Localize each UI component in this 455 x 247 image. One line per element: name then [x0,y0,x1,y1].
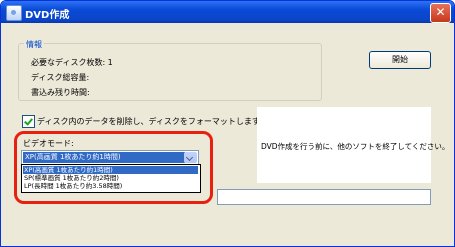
dvd-create-dialog: DVD作成 ✕ 情報 必要なディスク枚数: 1 ディスク総容量: 書込み残り時間… [0,0,455,247]
time-remaining-text: 書込み残り時間: [31,88,90,97]
close-button[interactable]: ✕ [430,3,451,23]
required-discs-text: 必要なディスク枚数: 1 [31,58,113,67]
disc-capacity-text: ディスク総容量: [31,73,90,82]
disc-icon [6,5,22,21]
format-disc-label[interactable]: ディスク内のデータを削除し、ディスクをフォーマットします。 [37,116,267,127]
message-text: DVD作成を行う前に、他のソフトを終了してください。 [261,142,450,151]
info-group-legend: 情報 [24,39,44,50]
format-disc-checkbox[interactable] [22,115,35,128]
title-bar[interactable]: DVD作成 ✕ [1,1,454,23]
close-icon: ✕ [435,5,446,19]
progress-field [217,189,431,205]
window-title: DVD作成 [25,10,70,21]
annotation-highlight [14,131,213,204]
start-button[interactable]: 開始 [369,51,431,69]
